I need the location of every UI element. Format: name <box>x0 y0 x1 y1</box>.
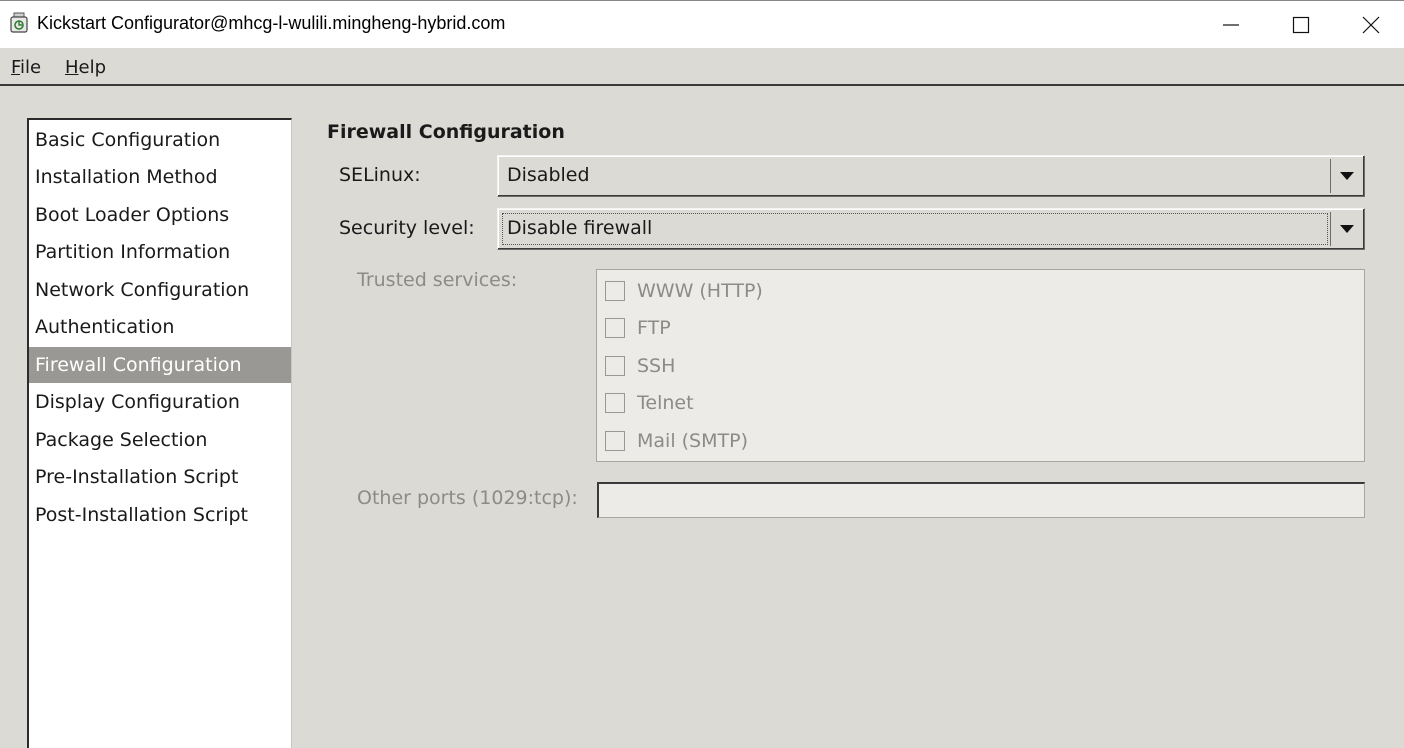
section-title: Firewall Configuration <box>327 121 565 143</box>
sidebar-list: Basic Configuration Installation Method … <box>27 118 292 748</box>
sidebar-item-partition-information[interactable]: Partition Information <box>29 234 291 270</box>
security-level-dropdown-arrow[interactable] <box>1330 212 1362 246</box>
maximize-icon <box>1292 16 1310 33</box>
selinux-value: Disabled <box>507 164 590 186</box>
other-ports-input[interactable] <box>597 482 1365 518</box>
title-bar: Kickstart Configurator@mhcg-l-wulili.min… <box>0 0 1404 48</box>
window-title: Kickstart Configurator@mhcg-l-wulili.min… <box>37 13 506 33</box>
security-level-dropdown[interactable]: Disable firewall <box>497 208 1365 250</box>
maximize-button[interactable] <box>1266 1 1336 48</box>
dropdown-arrow-icon <box>1339 172 1354 180</box>
sidebar-item-post-installation-script[interactable]: Post-Installation Script <box>29 497 291 533</box>
sidebar-item-boot-loader-options[interactable]: Boot Loader Options <box>29 197 291 233</box>
sidebar-item-pre-installation-script[interactable]: Pre-Installation Script <box>29 459 291 495</box>
sidebar-item-network-configuration[interactable]: Network Configuration <box>29 272 291 308</box>
service-label: SSH <box>637 355 676 377</box>
minimize-icon <box>1223 23 1239 26</box>
service-label: Telnet <box>637 392 694 414</box>
other-ports-label: Other ports (1029:tcp): <box>357 487 578 509</box>
selinux-dropdown[interactable]: Disabled <box>497 155 1365 197</box>
service-label: WWW (HTTP) <box>637 280 763 302</box>
service-label: Mail (SMTP) <box>637 430 748 452</box>
service-ssh[interactable]: SSH <box>605 351 675 381</box>
sidebar-item-display-configuration[interactable]: Display Configuration <box>29 384 291 420</box>
menu-help-label: elp <box>78 57 107 78</box>
service-telnet[interactable]: Telnet <box>605 388 694 418</box>
sidebar-item-firewall-configuration[interactable]: Firewall Configuration <box>29 347 291 383</box>
sidebar-item-installation-method[interactable]: Installation Method <box>29 159 291 195</box>
close-button[interactable] <box>1336 1 1404 48</box>
menu-file[interactable]: File <box>11 57 41 78</box>
minimize-button[interactable] <box>1196 1 1266 48</box>
sidebar-item-authentication[interactable]: Authentication <box>29 309 291 345</box>
sidebar-item-package-selection[interactable]: Package Selection <box>29 422 291 458</box>
kickstart-app-icon <box>10 12 28 33</box>
menu-help-mnemonic: H <box>65 57 79 78</box>
checkbox[interactable] <box>605 431 625 451</box>
service-ftp[interactable]: FTP <box>605 313 671 343</box>
checkbox[interactable] <box>605 393 625 413</box>
checkbox[interactable] <box>605 356 625 376</box>
checkbox[interactable] <box>605 318 625 338</box>
menu-bar: File Help <box>0 48 1404 86</box>
selinux-label: SELinux: <box>339 164 421 186</box>
selinux-dropdown-arrow[interactable] <box>1330 159 1362 193</box>
dropdown-arrow-icon <box>1339 225 1354 233</box>
menu-file-mnemonic: F <box>11 57 21 78</box>
service-mail-smtp[interactable]: Mail (SMTP) <box>605 426 748 456</box>
trusted-services-list: WWW (HTTP) FTP SSH Telnet Mail (SMTP) <box>596 269 1365 462</box>
close-icon <box>1362 16 1380 33</box>
sidebar-item-basic-configuration[interactable]: Basic Configuration <box>29 122 291 158</box>
service-label: FTP <box>637 317 671 339</box>
menu-file-label: ile <box>20 57 42 78</box>
security-level-value: Disable firewall <box>507 217 653 239</box>
trusted-services-label: Trusted services: <box>357 269 518 291</box>
service-www-http[interactable]: WWW (HTTP) <box>605 276 763 306</box>
security-level-label: Security level: <box>339 217 475 239</box>
checkbox[interactable] <box>605 281 625 301</box>
menu-help[interactable]: Help <box>65 57 106 78</box>
